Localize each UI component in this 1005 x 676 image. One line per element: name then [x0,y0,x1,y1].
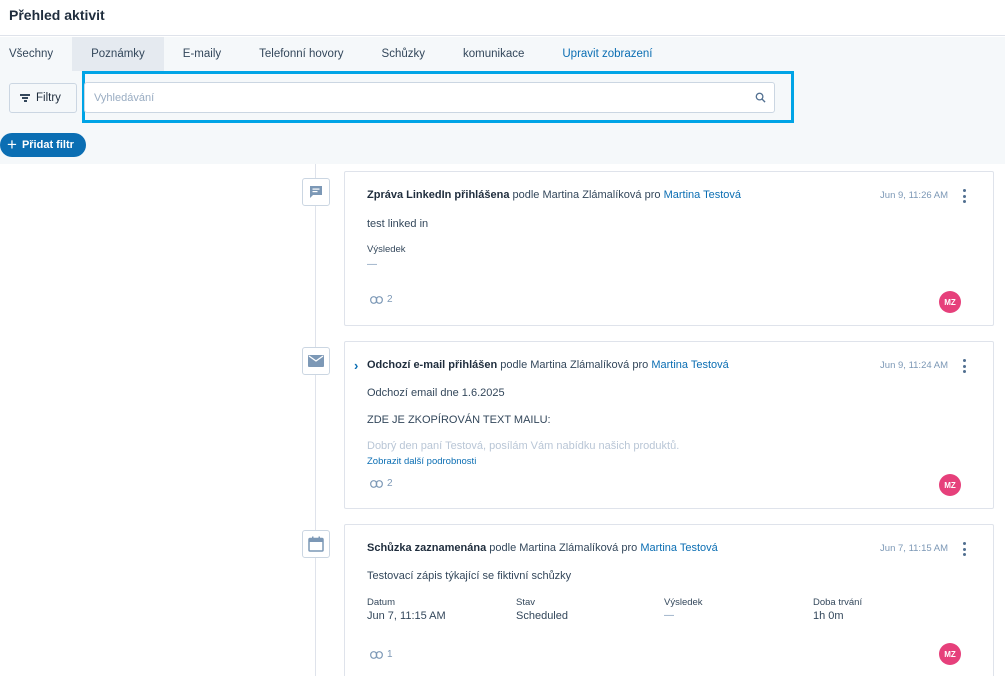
activity-timestamp: Jun 9, 11:26 AM [880,190,948,201]
meeting-duration-value[interactable]: 1h 0m [813,610,844,622]
link-icon [370,650,383,659]
activity-timestamp: Jun 7, 11:15 AM [880,543,948,554]
filter-icon [20,94,30,102]
associations-count: 2 [387,294,393,305]
tab-schuzky[interactable]: Schůzky [363,37,444,71]
contact-link[interactable]: Martina Testová [664,189,741,201]
tab-poznamky[interactable]: Poznámky [72,37,164,71]
activity-body: test linked in [367,218,429,230]
tab-komunikace[interactable]: komunikace [444,37,543,71]
activity-for: pro [632,359,649,371]
contact-link[interactable]: Martina Testová [640,542,717,554]
contact-link[interactable]: Martina Testová [651,359,728,371]
more-options-icon[interactable] [961,359,967,373]
activity-card: › Odchozí e-mail přihlášen podle Martina… [344,341,994,509]
meeting-status-label: Stav [516,597,536,608]
activity-author: Martina Zlámalíková [519,542,619,554]
meeting-status-value[interactable]: Scheduled [516,610,568,622]
activity-by: podle [500,359,528,371]
activity-title: Schůzka zaznamenána [367,542,487,554]
show-more-link[interactable]: Zobrazit další podrobnosti [367,456,476,467]
activity-card: Zpráva LinkedIn přihlášena podle Martina… [344,171,994,326]
avatar[interactable]: MZ [939,291,961,313]
chevron-right-icon[interactable]: › [354,359,358,372]
meeting-date-value: Jun 7, 11:15 AM [367,610,446,622]
activity-heading: Odchozí e-mail přihlášen podle Martina Z… [367,359,729,371]
activity-body-line: ZDE JE ZKOPÍROVÁN TEXT MAILU: [367,414,551,426]
timeline-line [315,164,316,676]
tab-vsechny[interactable]: Všechny [0,37,72,71]
activity-heading: Schůzka zaznamenána podle Martina Zlámal… [367,542,718,554]
filter-area: Všechny Poznámky E-maily Telefonní hovor… [0,37,1005,164]
meeting-result-value[interactable]: — [664,610,674,621]
activity-heading: Zpráva LinkedIn přihlášena podle Martina… [367,189,741,201]
meeting-duration-label: Doba trvání [813,597,863,608]
result-label: Výsledek [367,244,406,255]
add-filter-button[interactable]: + Přidat filtr [0,133,86,157]
more-options-icon[interactable] [961,542,967,556]
activity-title: Zpráva LinkedIn přihlášena [367,189,510,201]
plus-icon: + [7,134,17,154]
activity-body-line: Odchozí email dne 1.6.2025 [367,387,505,399]
activity-for: pro [621,542,638,554]
more-options-icon[interactable] [961,189,967,203]
avatar[interactable]: MZ [939,474,961,496]
activity-card: Schůzka zaznamenána podle Martina Zlámal… [344,524,994,676]
associations-link[interactable]: 2 [370,478,393,489]
activity-body: Testovací zápis týkající se fiktivní sch… [367,570,572,582]
associations-count: 2 [387,478,393,489]
search-box [84,82,775,113]
result-value: — [367,259,377,270]
tab-emaily[interactable]: E-maily [164,37,240,71]
filters-button-label: Filtry [36,92,61,104]
search-icon[interactable] [746,84,774,112]
header-bar: Přehled aktivit [0,0,1005,36]
activity-by: podle [489,542,517,554]
activity-for: pro [644,189,661,201]
add-filter-label: Přidat filtr [21,139,74,151]
activity-body-preview: Dobrý den paní Testová, posílám Vám nabí… [367,440,680,452]
activity-tabs: Všechny Poznámky E-maily Telefonní hovor… [0,37,672,71]
link-icon [370,295,383,304]
activity-timestamp: Jun 9, 11:24 AM [880,360,948,371]
calendar-icon [302,530,330,558]
avatar[interactable]: MZ [939,643,961,665]
edit-view-link[interactable]: Upravit zobrazení [543,37,671,71]
meeting-result-label: Výsledek [664,597,703,608]
associations-link[interactable]: 2 [370,294,393,305]
activity-title: Odchozí e-mail přihlášen [367,359,498,371]
envelope-icon [302,347,330,375]
search-input[interactable] [85,91,746,104]
filters-button[interactable]: Filtry [9,83,77,113]
activity-author: Martina Zlámalíková [530,359,630,371]
associations-count: 1 [387,649,393,660]
page-title: Přehled aktivit [9,7,105,23]
tab-telefonni-hovory[interactable]: Telefonní hovory [240,37,362,71]
meeting-date-label: Datum [367,597,395,608]
activity-author: Martina Zlámalíková [542,189,642,201]
associations-link[interactable]: 1 [370,649,393,660]
link-icon [370,479,383,488]
chat-message-icon [302,178,330,206]
activity-by: podle [512,189,540,201]
